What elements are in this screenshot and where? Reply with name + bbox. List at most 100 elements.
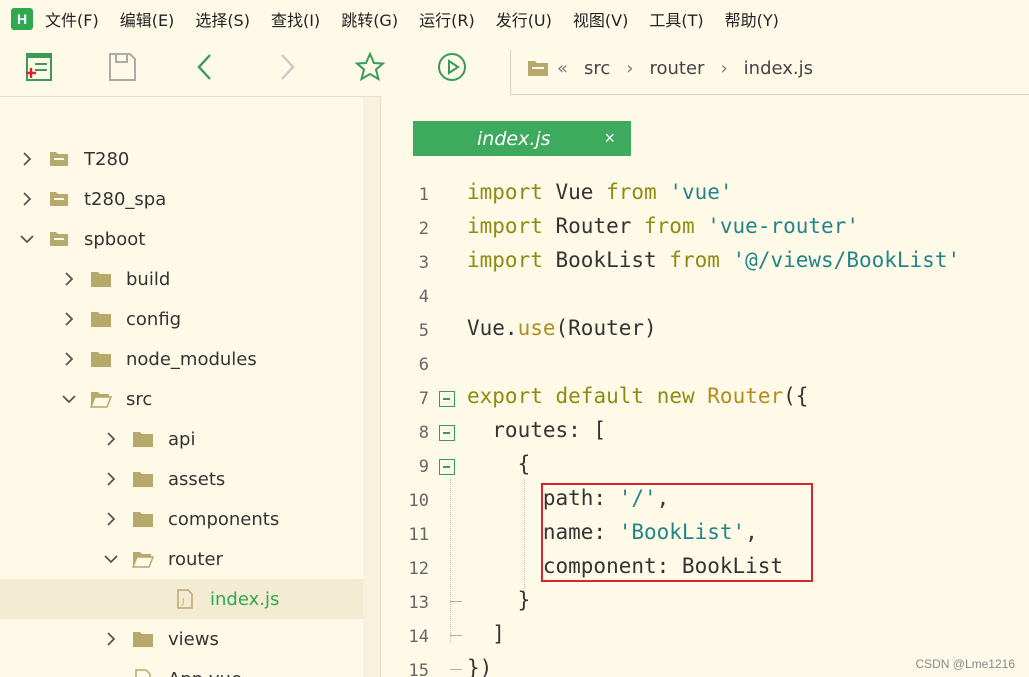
menu-find[interactable]: 查找(I) [271, 7, 320, 31]
js-file-icon: J [174, 589, 196, 609]
line-number: 11 [408, 525, 429, 545]
code-line: 7 export default new Router({ [381, 381, 1029, 415]
chevron-right-icon[interactable] [20, 192, 34, 206]
tree-item-t280-spa[interactable]: t280_spa [0, 179, 363, 219]
new-file-button[interactable] [22, 50, 56, 84]
forward-button[interactable] [270, 50, 304, 84]
breadcrumb-separator-icon: › [626, 57, 634, 79]
line-number: 5 [418, 321, 429, 341]
chevron-down-icon[interactable] [104, 552, 118, 566]
folder-icon [132, 470, 154, 488]
chevron-right-icon[interactable] [104, 512, 118, 526]
menu-run[interactable]: 运行(R) [419, 7, 475, 31]
back-icon [197, 54, 211, 80]
tree-item-label: components [168, 508, 280, 530]
app-logo: H [11, 8, 33, 30]
breadcrumb: « src › router › index.js [510, 50, 1029, 95]
save-button[interactable] [105, 50, 139, 84]
code-line: 3 import BookList from '@/views/BookList… [381, 245, 1029, 279]
chevron-down-icon[interactable] [62, 392, 76, 406]
tree-item-t280[interactable]: T280 [0, 139, 363, 179]
tree-item-router[interactable]: router [0, 539, 363, 579]
tree-item-api[interactable]: api [0, 419, 363, 459]
tree-item-views[interactable]: views [0, 619, 363, 659]
chevron-right-icon[interactable] [104, 632, 118, 646]
line-number: 8 [418, 423, 429, 443]
watermark: CSDN @Lme1216 [915, 657, 1015, 671]
menu-view[interactable]: 视图(V) [573, 7, 628, 31]
menu-tools[interactable]: 工具(T) [649, 7, 703, 31]
highlight-annotation-box [541, 483, 813, 582]
menu-select[interactable]: 选择(S) [195, 7, 250, 31]
fold-toggle-icon[interactable] [439, 459, 455, 475]
chevron-right-icon[interactable] [104, 472, 118, 486]
run-icon [438, 53, 466, 81]
tree-item-label: api [168, 428, 196, 450]
line-number: 12 [408, 559, 429, 579]
menu-help[interactable]: 帮助(Y) [725, 7, 779, 31]
sidebar-scrollbar[interactable] [363, 97, 380, 677]
code-text: Vue.use(Router) [467, 316, 657, 340]
breadcrumb-item-router[interactable]: router [650, 58, 705, 79]
project-icon [48, 230, 70, 248]
breadcrumb-item-src[interactable]: src [584, 58, 610, 79]
code-line: 13 } [381, 585, 1029, 619]
project-icon [48, 150, 70, 168]
code-line: 14 ] [381, 619, 1029, 653]
menu-edit[interactable]: 编辑(E) [120, 7, 175, 31]
breadcrumb-item-file[interactable]: index.js [744, 58, 813, 79]
code-editor[interactable]: index.js × 1 import Vue from 'vue' 2 imp… [381, 97, 1029, 677]
code-text: import Router from 'vue-router' [467, 214, 859, 238]
tree-item-label: build [126, 268, 171, 290]
tree-item-node-modules[interactable]: node_modules [0, 339, 363, 379]
run-button[interactable] [435, 50, 469, 84]
tree-item-label: assets [168, 468, 226, 490]
tree-item-label: App.vue [168, 669, 242, 677]
chevron-right-icon[interactable] [104, 432, 118, 446]
save-icon [109, 53, 136, 81]
project-icon [48, 190, 70, 208]
line-number: 2 [418, 219, 429, 239]
menu-file[interactable]: 文件(F) [45, 7, 99, 31]
chevron-down-icon[interactable] [20, 232, 34, 246]
chevron-right-icon[interactable] [62, 312, 76, 326]
code-line: 8 routes: [ [381, 415, 1029, 449]
tab-index-js[interactable]: index.js × [413, 121, 631, 156]
back-button[interactable] [188, 50, 222, 84]
chevron-right-icon[interactable] [62, 352, 76, 366]
fold-toggle-icon[interactable] [439, 425, 455, 441]
chevron-right-icon[interactable] [20, 152, 34, 166]
close-icon[interactable]: × [604, 128, 615, 149]
folder-icon [132, 510, 154, 528]
code-line: 4 [381, 279, 1029, 313]
tab-label: index.js [477, 127, 551, 150]
fold-toggle-icon[interactable] [439, 391, 455, 407]
tree-item-app-vue[interactable]: J App.vue [0, 659, 363, 677]
folder-icon [132, 430, 154, 448]
favorite-button[interactable] [353, 50, 387, 84]
tree-item-src[interactable]: src [0, 379, 363, 419]
tree-item-build[interactable]: build [0, 259, 363, 299]
favorite-star-icon [354, 51, 386, 82]
tree-item-label: spboot [84, 228, 146, 250]
code-line: 5 Vue.use(Router) [381, 313, 1029, 347]
folder-icon [90, 270, 112, 288]
breadcrumb-separator-icon: › [720, 57, 728, 79]
breadcrumb-collapse-icon[interactable]: « [557, 58, 568, 79]
line-number: 6 [418, 355, 429, 375]
line-number: 3 [418, 253, 429, 273]
line-number: 13 [408, 593, 429, 613]
code-text: routes: [ [467, 418, 607, 442]
tree-item-assets[interactable]: assets [0, 459, 363, 499]
tree-item-components[interactable]: components [0, 499, 363, 539]
menu-goto[interactable]: 跳转(G) [341, 7, 398, 31]
new-file-icon [26, 53, 52, 81]
tree-item-config[interactable]: config [0, 299, 363, 339]
line-number: 4 [418, 287, 429, 307]
tree-item-spboot[interactable]: spboot [0, 219, 363, 259]
menu-publish[interactable]: 发行(U) [496, 7, 552, 31]
code-line: 9 { [381, 449, 1029, 483]
tree-item-index-js[interactable]: Jindex.js [0, 579, 363, 619]
chevron-right-icon[interactable] [62, 272, 76, 286]
